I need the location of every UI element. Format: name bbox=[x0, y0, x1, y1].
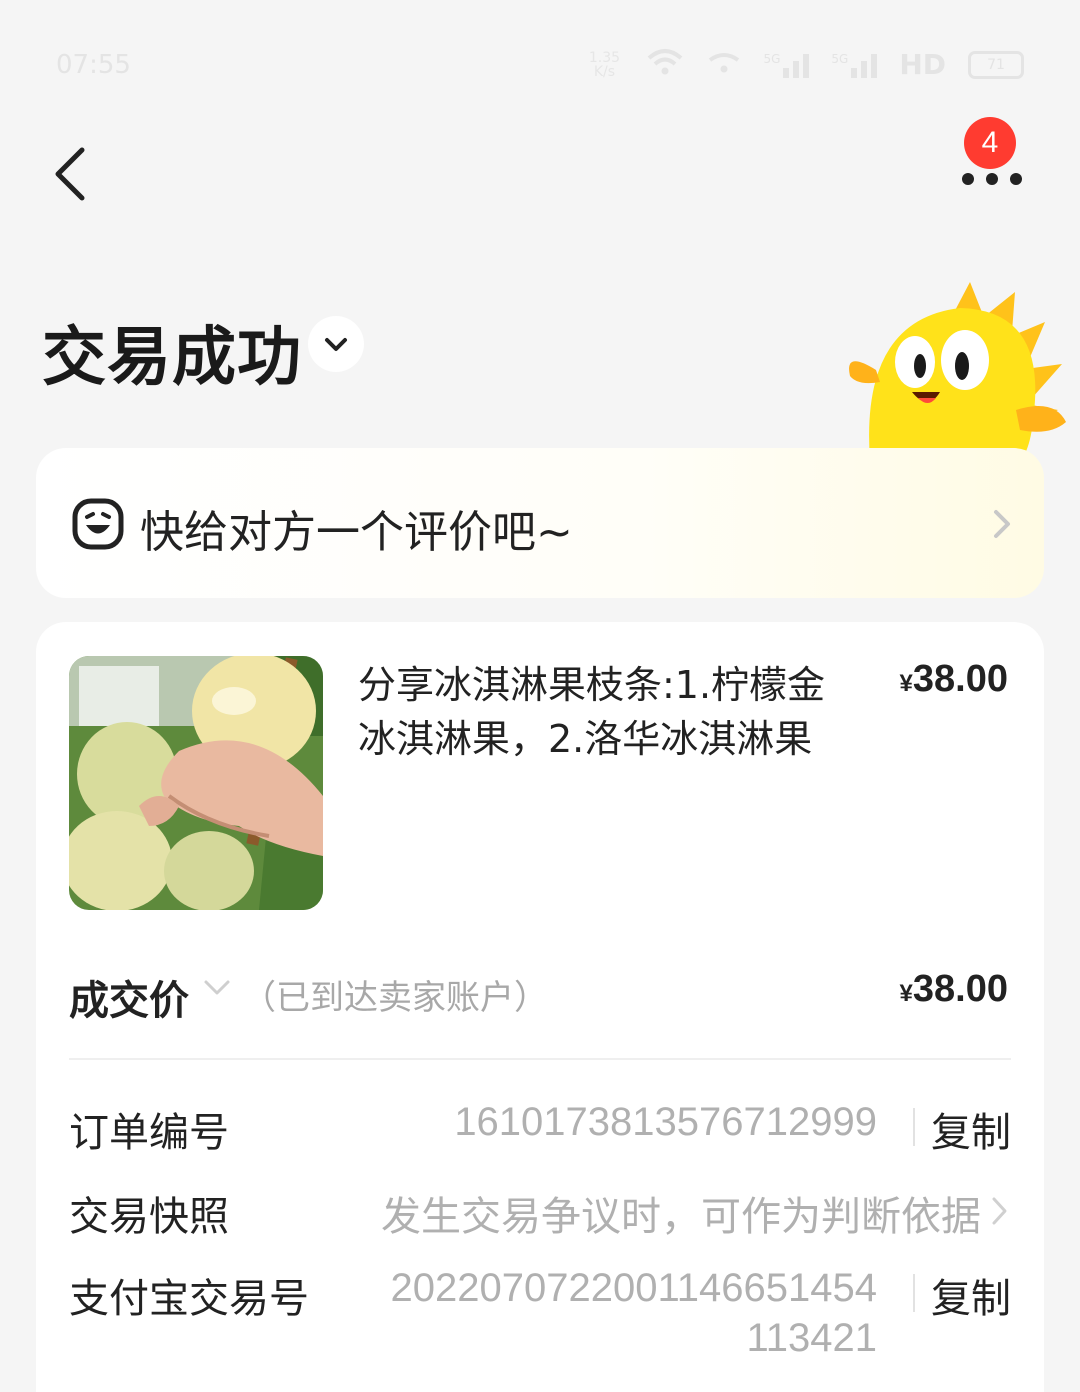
currency-symbol: ¥ bbox=[899, 670, 913, 697]
cellular-signal-icon-2: 5G bbox=[831, 51, 878, 78]
alipay-number-label: 支付宝交易号 bbox=[69, 1276, 309, 1322]
review-prompt-text: 快给对方一个评价吧~ bbox=[140, 507, 573, 558]
back-button[interactable] bbox=[44, 140, 104, 210]
status-time: 07:55 bbox=[56, 50, 131, 80]
copy-alipay-number-button[interactable]: 复制 bbox=[931, 1266, 1011, 1324]
chevron-down-icon bbox=[325, 338, 347, 351]
chevron-down-icon[interactable] bbox=[202, 978, 232, 998]
order-card: 分享冰淇淋果枝条:1.柠檬金冰淇淋果，2.洛华冰淇淋果 ¥38.00 成交价 （… bbox=[36, 622, 1044, 1392]
battery-level: 71 bbox=[987, 56, 1005, 73]
snapshot-note: 发生交易争议时，可作为判断依据 bbox=[381, 1194, 981, 1240]
page-title: 交易成功 bbox=[42, 321, 302, 395]
status-bar: 07:55 1.35 K/s 5G 5G HD 71 bbox=[0, 0, 1080, 110]
separator bbox=[913, 1274, 915, 1312]
chevron-right-icon bbox=[992, 1197, 1007, 1225]
cellular-signal-icon-1: 5G bbox=[763, 51, 810, 78]
product-title[interactable]: 分享冰淇淋果枝条:1.柠檬金冰淇淋果，2.洛华冰淇淋果 bbox=[358, 658, 848, 766]
mascot-illustration bbox=[849, 282, 1066, 460]
currency-symbol: ¥ bbox=[899, 980, 913, 1007]
more-button[interactable]: 4 bbox=[950, 110, 1040, 200]
divider bbox=[69, 1058, 1011, 1060]
network-speed-unit: K/s bbox=[593, 63, 616, 80]
separator bbox=[913, 1108, 915, 1146]
product-photo bbox=[69, 656, 323, 910]
final-price-note: （已到达卖家账户） bbox=[242, 978, 548, 1018]
hd-voice-label: HD bbox=[899, 48, 946, 81]
order-number-value: 1610173813576712999 bbox=[454, 1100, 877, 1144]
wifi-signal-icon bbox=[707, 48, 741, 81]
signal-label: 5G bbox=[831, 51, 849, 66]
battery-icon: 71 bbox=[968, 50, 1024, 79]
snapshot-label: 交易快照 bbox=[69, 1194, 229, 1240]
chevron-left-icon bbox=[55, 147, 85, 201]
final-price: ¥38.00 bbox=[900, 968, 1008, 1011]
network-speed: 1.35 K/s bbox=[585, 51, 623, 79]
wifi-icon bbox=[645, 46, 685, 83]
signal-label: 5G bbox=[763, 51, 781, 66]
order-number-row: 订单编号 1610173813576712999 复制 bbox=[69, 1100, 1011, 1156]
product-image[interactable] bbox=[69, 656, 323, 910]
status-icons: 1.35 K/s 5G 5G HD 71 bbox=[585, 46, 1024, 83]
smiley-face-icon bbox=[72, 498, 124, 550]
notification-badge: 4 bbox=[964, 117, 1016, 169]
alipay-number-row: 支付宝交易号 2022070722001146651454 113421 复制 bbox=[69, 1266, 1011, 1376]
chevron-right-icon bbox=[994, 510, 1010, 538]
review-prompt-card[interactable]: 快给对方一个评价吧~ bbox=[36, 448, 1044, 598]
final-price-value: 38.00 bbox=[912, 968, 1008, 1010]
final-price-label[interactable]: 成交价 bbox=[69, 968, 189, 1026]
more-dots-icon bbox=[962, 173, 1022, 185]
order-number-label: 订单编号 bbox=[69, 1110, 229, 1156]
alipay-number-value: 2022070722001146651454 bbox=[390, 1266, 877, 1310]
alipay-number-value-line2: 113421 bbox=[746, 1316, 877, 1360]
product-price-value: 38.00 bbox=[912, 658, 1008, 700]
snapshot-row[interactable]: 交易快照 发生交易争议时，可作为判断依据 bbox=[69, 1184, 1011, 1240]
title-toggle-button[interactable] bbox=[308, 316, 364, 372]
copy-order-number-button[interactable]: 复制 bbox=[931, 1100, 1011, 1158]
product-price: ¥38.00 bbox=[900, 658, 1008, 701]
